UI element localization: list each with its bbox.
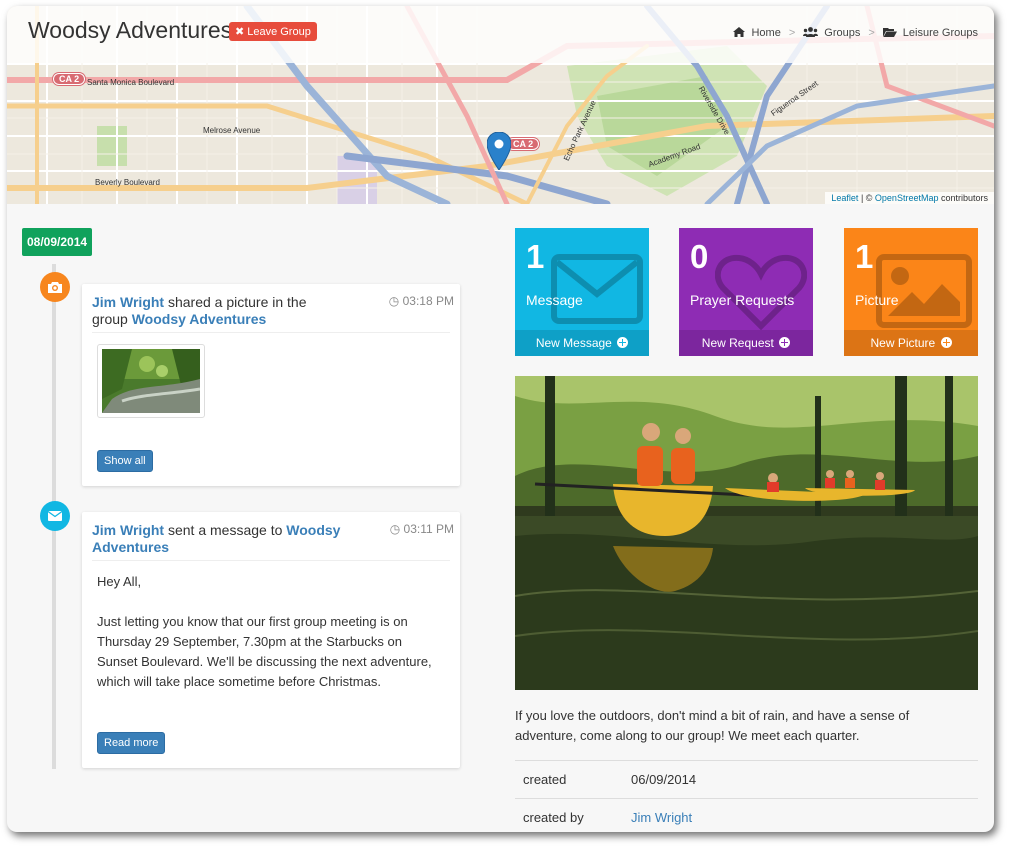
detail-row-created: created 06/09/2014 bbox=[515, 760, 978, 798]
breadcrumb-home[interactable]: Home bbox=[733, 27, 781, 40]
breadcrumb-groups-label: Groups bbox=[824, 27, 861, 39]
timeline-item-picture: Jim Wright shared a picture in the group… bbox=[82, 284, 460, 486]
message-body: Hey All, Just letting you know that our … bbox=[97, 572, 442, 712]
highway-shield: CA 2 bbox=[53, 73, 86, 85]
group-header-map[interactable]: Santa Monica Boulevard Melrose Avenue Be… bbox=[7, 6, 994, 204]
highway-shield: CA 2 bbox=[507, 138, 540, 150]
activity-heading: Jim Wright shared a picture in the group… bbox=[92, 294, 342, 328]
app-window: Santa Monica Boulevard Melrose Avenue Be… bbox=[7, 6, 994, 832]
user-link[interactable]: Jim Wright bbox=[92, 294, 164, 310]
new-request-label: New Request bbox=[701, 336, 774, 350]
messages-tile[interactable]: 1 Message New Message bbox=[515, 228, 649, 356]
prayer-requests-count: 0 bbox=[690, 238, 709, 275]
detail-value: 06/09/2014 bbox=[631, 772, 697, 787]
users-icon bbox=[803, 27, 819, 40]
breadcrumb-separator: > bbox=[788, 27, 796, 39]
activity-time: ◷ 03:18 PM bbox=[389, 294, 454, 308]
breadcrumb-home-label: Home bbox=[751, 27, 781, 39]
timeline-date-badge: 08/09/2014 bbox=[22, 228, 93, 256]
pictures-tile[interactable]: 1 Picture New Picture bbox=[844, 228, 978, 356]
prayer-requests-tile[interactable]: 0 Prayer Requests New Request bbox=[679, 228, 813, 356]
detail-key: created bbox=[523, 772, 567, 787]
clock-icon: ◷ bbox=[389, 522, 401, 536]
timeline-item-message: Jim Wright sent a message to Woodsy Adve… bbox=[82, 512, 460, 768]
map-label-santa-monica: Santa Monica Boulevard bbox=[87, 78, 175, 87]
plus-circle-icon bbox=[779, 337, 791, 348]
created-by-user-link[interactable]: Jim Wright bbox=[631, 810, 692, 825]
group-description: If you love the outdoors, don't mind a b… bbox=[515, 708, 910, 743]
leave-group-label: Leave Group bbox=[247, 26, 311, 38]
leave-group-button[interactable]: ✖ Leave Group bbox=[229, 22, 317, 41]
message-text: Just letting you know that our first gro… bbox=[97, 614, 432, 689]
activity-heading: Jim Wright sent a message to Woodsy Adve… bbox=[92, 522, 342, 556]
home-icon bbox=[733, 27, 746, 40]
card-divider bbox=[92, 332, 450, 333]
activity-time-label: 03:18 PM bbox=[402, 294, 454, 308]
new-picture-label: New Picture bbox=[870, 336, 936, 350]
group-cover-photo bbox=[515, 376, 978, 690]
openstreetmap-link[interactable]: OpenStreetMap bbox=[875, 193, 939, 203]
show-all-button[interactable]: Show all bbox=[97, 450, 153, 472]
plus-circle-icon bbox=[940, 337, 952, 348]
group-link[interactable]: Woodsy Adventures bbox=[132, 311, 267, 327]
read-more-button[interactable]: Read more bbox=[97, 732, 166, 754]
map-attribution: Leaflet | © OpenStreetMap contributors bbox=[825, 192, 994, 204]
group-details-table: created 06/09/2014 created by Jim Wright bbox=[515, 760, 978, 832]
envelope-icon bbox=[40, 501, 70, 531]
activity-time-label: 03:11 PM bbox=[403, 522, 454, 536]
title-bar: Woodsy Adventures ✖ Leave Group Home > Gr… bbox=[7, 6, 994, 63]
prayer-requests-label: Prayer Requests bbox=[690, 292, 795, 308]
close-icon: ✖ bbox=[235, 26, 245, 38]
breadcrumb-leisure-groups-label: Leisure Groups bbox=[902, 27, 978, 39]
new-message-link[interactable]: New Message bbox=[515, 330, 649, 356]
camera-icon bbox=[40, 272, 70, 302]
map-marker-icon[interactable] bbox=[486, 131, 512, 175]
new-request-link[interactable]: New Request bbox=[679, 330, 813, 356]
user-link[interactable]: Jim Wright bbox=[92, 522, 164, 538]
breadcrumb: Home > Groups > Leisure Groups bbox=[733, 27, 978, 40]
detail-key: created by bbox=[523, 810, 584, 825]
folder-open-icon bbox=[882, 27, 897, 40]
new-picture-link[interactable]: New Picture bbox=[844, 330, 978, 356]
messages-count: 1 bbox=[526, 238, 545, 275]
detail-row-created-by: created by Jim Wright bbox=[515, 798, 978, 832]
breadcrumb-separator: > bbox=[868, 27, 875, 39]
pictures-label: Picture bbox=[855, 292, 899, 308]
messages-label: Message bbox=[526, 292, 583, 308]
plus-circle-icon bbox=[617, 337, 629, 348]
map-label-beverly: Beverly Boulevard bbox=[95, 178, 160, 187]
shared-picture-thumbnail[interactable] bbox=[97, 344, 205, 418]
map-label-melrose: Melrose Avenue bbox=[203, 126, 261, 135]
message-greeting: Hey All, bbox=[97, 574, 142, 589]
card-divider bbox=[92, 560, 450, 561]
activity-time: ◷ 03:11 PM bbox=[390, 522, 454, 536]
breadcrumb-groups[interactable]: Groups bbox=[803, 27, 860, 40]
breadcrumb-leisure-groups[interactable]: Leisure Groups bbox=[882, 27, 978, 40]
clock-icon: ◷ bbox=[388, 294, 400, 308]
attribution-sep: | © bbox=[858, 193, 875, 203]
attribution-suffix: contributors bbox=[938, 193, 988, 203]
new-message-label: New Message bbox=[535, 336, 612, 350]
activity-text: sent a message to bbox=[164, 522, 287, 538]
pictures-count: 1 bbox=[855, 238, 874, 275]
page-title: Woodsy Adventures bbox=[28, 17, 233, 43]
leaflet-link[interactable]: Leaflet bbox=[831, 193, 858, 203]
